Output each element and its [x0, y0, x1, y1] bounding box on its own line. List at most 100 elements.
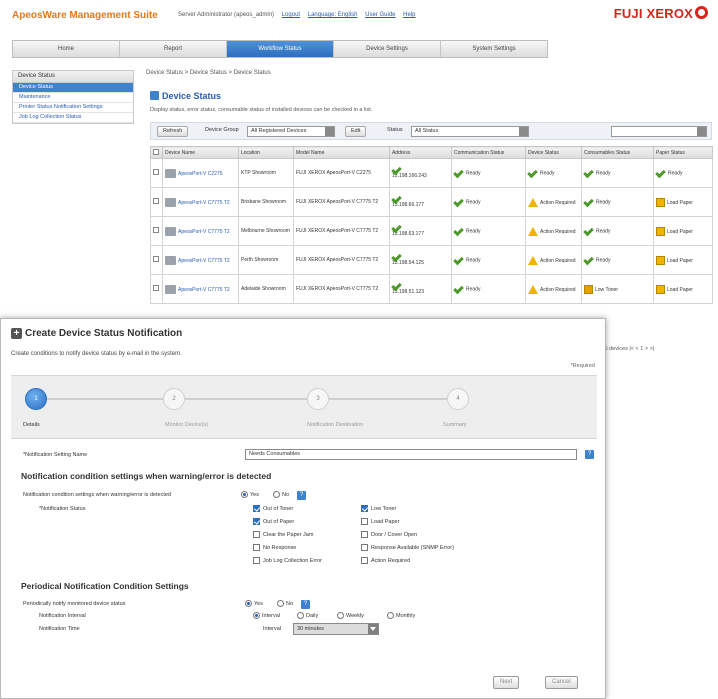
search-icon[interactable]	[697, 127, 706, 136]
device-name-link[interactable]: ApeosPort-V C7775 T2	[178, 228, 230, 234]
status-checkbox-item[interactable]: Action Required	[361, 557, 410, 564]
status-checkbox-item[interactable]: No Response	[253, 544, 296, 551]
row-select[interactable]	[150, 187, 163, 217]
edit-button[interactable]: Edit	[345, 126, 367, 137]
search-input[interactable]	[611, 126, 707, 137]
checkbox-unchecked-icon[interactable]	[361, 557, 368, 564]
table-pager[interactable]: 6/6 devices |< < 1 > >|	[600, 346, 654, 352]
radio-off-icon[interactable]	[273, 491, 280, 498]
row-select[interactable]	[150, 158, 163, 188]
row-select[interactable]	[150, 274, 163, 304]
refresh-button[interactable]: Refresh	[157, 126, 189, 137]
row-checkbox[interactable]	[153, 256, 159, 262]
table-row[interactable]: ApeosPort-V C7775 T2 Adelaide Showroom FUJ…	[150, 274, 713, 304]
cell-device-name[interactable]: ApeosPort-V C2275	[162, 158, 239, 188]
checkbox-unchecked-icon[interactable]	[253, 544, 260, 551]
cell-device-name[interactable]: ApeosPort-V C7775 T2	[162, 216, 239, 246]
col-address[interactable]: Address	[389, 146, 452, 159]
interval-option-monthly[interactable]: Monthly	[387, 612, 415, 619]
cell-device-name[interactable]: ApeosPort-V C7775 T2	[162, 274, 239, 304]
language-link[interactable]: Language: English	[308, 12, 358, 18]
status-checkbox-item[interactable]: Door / Cover Open	[361, 531, 417, 538]
row-select[interactable]	[150, 216, 163, 246]
logout-link[interactable]: Logout	[282, 12, 300, 18]
nav-workflow-status[interactable]: Workflow Status	[227, 41, 334, 57]
next-button[interactable]: Next	[493, 676, 520, 689]
interval-option-daily[interactable]: Daily	[297, 612, 318, 619]
table-row[interactable]: ApeosPort-V C7775 T2 Brisbane Showroom FUJ…	[150, 187, 713, 217]
periodic-no-radio[interactable]: No	[277, 600, 293, 607]
checkbox-unchecked-icon[interactable]	[253, 531, 260, 538]
nav-home[interactable]: Home	[13, 41, 120, 57]
nav-device-settings[interactable]: Device Settings	[334, 41, 441, 57]
device-name-link[interactable]: ApeosPort-V C7775 T2	[178, 257, 230, 263]
status-filter-select[interactable]: All Status	[411, 126, 529, 137]
help-icon[interactable]: ?	[301, 600, 310, 609]
row-checkbox[interactable]	[153, 285, 159, 291]
sidebar-item-job-log[interactable]: Job Log Collection Status	[13, 113, 133, 123]
device-group-select[interactable]: All Registered Devices	[247, 126, 335, 137]
status-checkbox-item[interactable]: Clear the Paper Jam	[253, 531, 313, 538]
col-consumables-status[interactable]: Consumables Status	[581, 146, 654, 159]
select-all-checkbox[interactable]	[153, 148, 159, 155]
status-checkbox-item[interactable]: Out of Paper	[253, 518, 294, 525]
cell-device-name[interactable]: ApeosPort-V C7775 T2	[162, 187, 239, 217]
radio-off-icon[interactable]	[277, 600, 284, 607]
printer-icon	[165, 284, 176, 294]
setting-name-input[interactable]: Needs Consumables	[245, 449, 577, 460]
table-row[interactable]: ApeosPort-V C7775 T2 Perth Showroom FUJI X…	[150, 245, 713, 275]
radio-off-icon[interactable]	[387, 612, 394, 619]
checkbox-unchecked-icon[interactable]	[253, 557, 260, 564]
col-device-name[interactable]: Device Name	[162, 146, 239, 159]
status-checkbox-item[interactable]: Job Log Collection Error	[253, 557, 322, 564]
interval-option-interval[interactable]: Interval	[253, 612, 280, 619]
device-name-link[interactable]: ApeosPort-V C7775 T2	[178, 286, 230, 292]
checkbox-checked-icon[interactable]	[253, 505, 260, 512]
device-name-link[interactable]: ApeosPort-V C2275	[178, 170, 222, 176]
nav-report[interactable]: Report	[120, 41, 227, 57]
radio-on-icon[interactable]	[241, 491, 248, 498]
row-checkbox[interactable]	[153, 198, 159, 204]
radio-off-icon[interactable]	[297, 612, 304, 619]
radio-off-icon[interactable]	[337, 612, 344, 619]
app-title: ApeosWare Management Suite	[12, 10, 158, 21]
interval-option-weekly[interactable]: Weekly	[337, 612, 364, 619]
checkbox-unchecked-icon[interactable]	[361, 544, 368, 551]
checkbox-unchecked-icon[interactable]	[361, 531, 368, 538]
checkbox-checked-icon[interactable]	[361, 505, 368, 512]
row-select[interactable]	[150, 245, 163, 275]
col-device-status[interactable]: Device Status	[525, 146, 582, 159]
status-checkbox-item[interactable]: Response Available (SNMP Error)	[361, 544, 454, 551]
condition-no-radio[interactable]: No	[273, 491, 289, 498]
radio-on-icon[interactable]	[245, 600, 252, 607]
col-location[interactable]: Location	[238, 146, 294, 159]
cell-device-name[interactable]: ApeosPort-V C7775 T2	[162, 245, 239, 275]
sidebar-item-device-status[interactable]: Device Status	[13, 83, 133, 93]
checkbox-checked-icon[interactable]	[253, 518, 260, 525]
sidebar-item-notification-settings[interactable]: Printer Status Notification Settings	[13, 103, 133, 113]
status-checkbox-item[interactable]: Out of Toner	[253, 505, 293, 512]
periodic-yes-radio[interactable]: Yes	[245, 600, 263, 607]
condition-yes-radio[interactable]: Yes	[241, 491, 259, 498]
cancel-button[interactable]: Cancel	[545, 676, 578, 689]
row-checkbox[interactable]	[153, 169, 159, 175]
help-icon[interactable]: ?	[585, 450, 594, 459]
col-select[interactable]	[150, 146, 163, 159]
col-model-name[interactable]: Model Name	[293, 146, 390, 159]
radio-on-icon[interactable]	[253, 612, 260, 619]
status-checkbox-item[interactable]: Low Toner	[361, 505, 396, 512]
checkbox-unchecked-icon[interactable]	[361, 518, 368, 525]
nav-system-settings[interactable]: System Settings	[441, 41, 547, 57]
col-paper-status[interactable]: Paper Status	[653, 146, 713, 159]
table-row[interactable]: ApeosPort-V C2275 KTP Showroom FUJI XEROX …	[150, 158, 713, 188]
user-guide-link[interactable]: User Guide	[365, 12, 395, 18]
help-link[interactable]: Help	[403, 12, 415, 18]
col-communication-status[interactable]: Communication Status	[451, 146, 526, 159]
sidebar-item-maintenance[interactable]: Maintenance	[13, 93, 133, 103]
device-name-link[interactable]: ApeosPort-V C7775 T2	[178, 199, 230, 205]
row-checkbox[interactable]	[153, 227, 159, 233]
help-icon[interactable]: ?	[297, 491, 306, 500]
interval-select[interactable]: 30 minutes	[293, 623, 379, 635]
table-row[interactable]: ApeosPort-V C7775 T2 Melbourne Showroom FU…	[150, 216, 713, 246]
status-checkbox-item[interactable]: Load Paper	[361, 518, 399, 525]
